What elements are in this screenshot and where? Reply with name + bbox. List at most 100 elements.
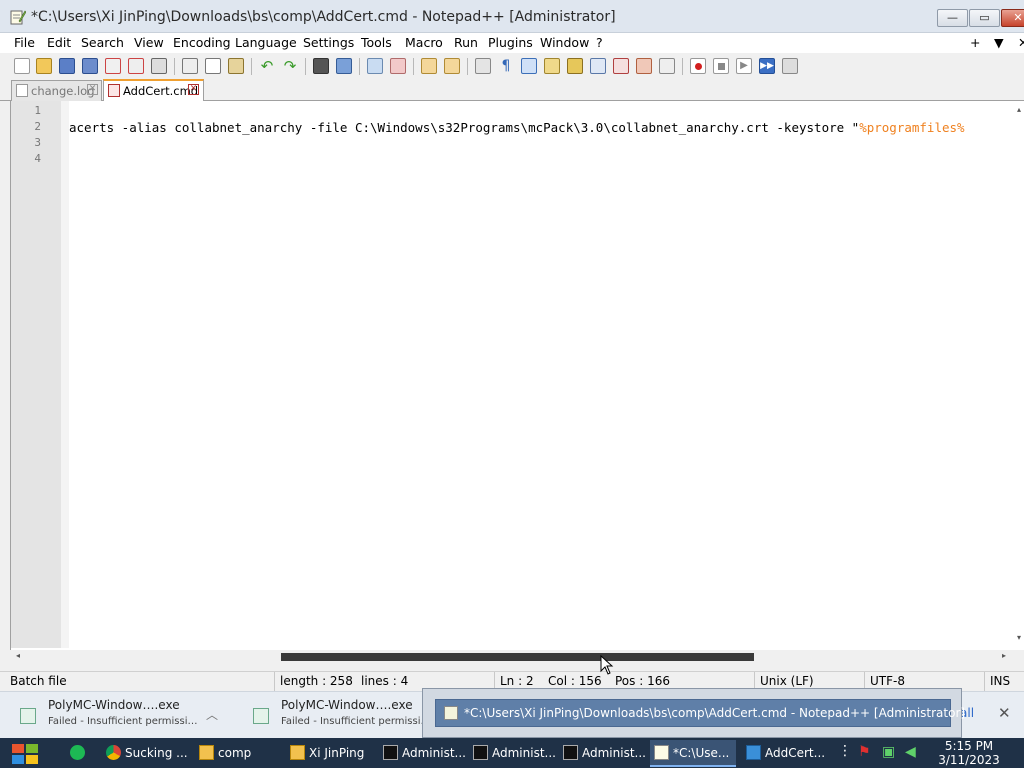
new-file-icon[interactable] xyxy=(14,58,30,74)
code-line-2: acerts -alias collabnet_anarchy -file C:… xyxy=(69,120,965,135)
cmd-icon xyxy=(563,745,578,760)
menu-edit[interactable]: Edit xyxy=(47,33,71,53)
taskbar-label: AddCert... xyxy=(765,746,826,760)
udl-icon[interactable] xyxy=(544,58,560,74)
status-mode[interactable]: INS xyxy=(990,674,1010,691)
play-macro-icon[interactable]: ▶ xyxy=(736,58,752,74)
scroll-up-icon[interactable]: ▴ xyxy=(1017,105,1021,114)
close-doc-button[interactable]: ✕ xyxy=(1018,33,1024,53)
taskbar-cmd-2[interactable]: Administ... xyxy=(469,740,555,767)
function-list-icon[interactable] xyxy=(590,58,606,74)
taskbar-cmd-3[interactable]: Administ... xyxy=(559,740,645,767)
menu-search[interactable]: Search xyxy=(81,33,124,53)
close-file-icon[interactable] xyxy=(105,58,121,74)
sync-horizontal-icon[interactable] xyxy=(444,58,460,74)
taskbar-clock[interactable]: 5:15 PM 3/11/2023 xyxy=(930,739,1008,767)
doc-map-icon[interactable] xyxy=(567,58,583,74)
taskbar-spotify[interactable] xyxy=(66,740,96,767)
menu-settings[interactable]: Settings xyxy=(303,33,354,53)
tab-change-log[interactable]: change.log ✕ xyxy=(11,80,102,101)
tab-list-button[interactable]: ▼ xyxy=(994,33,1004,53)
horizontal-scrollbar[interactable]: ◂ ▸ xyxy=(10,650,1024,664)
show-all-chars-icon[interactable]: ¶ xyxy=(498,58,514,74)
indent-guide-icon[interactable] xyxy=(521,58,537,74)
folder-workspace-icon[interactable] xyxy=(613,58,629,74)
menu-macro[interactable]: Macro xyxy=(405,33,443,53)
status-divider xyxy=(984,672,985,692)
undo-icon[interactable]: ↶ xyxy=(259,58,275,74)
taskbar-notepadpp[interactable]: *C:\Use... xyxy=(650,740,736,767)
menu-file[interactable]: File xyxy=(14,33,35,53)
user-folder-icon xyxy=(290,745,305,760)
tab-close-icon[interactable]: ✕ xyxy=(87,84,98,95)
sync-vertical-icon[interactable] xyxy=(421,58,437,74)
download-item[interactable]: PolyMC-Window….exe Failed - Insufficient… xyxy=(253,696,431,736)
monitoring-icon[interactable] xyxy=(636,58,652,74)
open-file-icon[interactable] xyxy=(36,58,52,74)
close-button[interactable]: ✕ xyxy=(1001,9,1024,27)
mouse-cursor-icon xyxy=(600,655,614,675)
taskbar: Sucking ... comp Xi JinPing Administ... … xyxy=(0,738,1024,768)
scroll-right-icon[interactable]: ▸ xyxy=(1002,651,1006,660)
taskbar-label: *C:\Use... xyxy=(673,746,730,760)
zoom-out-icon[interactable] xyxy=(390,58,406,74)
save-all-icon[interactable] xyxy=(82,58,98,74)
thumbnail-title: *C:\Users\Xi JinPing\Downloads\bs\comp\A… xyxy=(464,706,966,720)
menu-view[interactable]: View xyxy=(134,33,164,53)
menu-language[interactable]: Language xyxy=(235,33,297,53)
title-bar[interactable]: *C:\Users\Xi JinPing\Downloads\bs\comp\A… xyxy=(0,0,1024,33)
menu-run[interactable]: Run xyxy=(454,33,478,53)
volume-icon[interactable]: ◀ xyxy=(905,744,916,760)
minimize-button[interactable]: — xyxy=(937,9,968,27)
new-tab-button[interactable]: + xyxy=(970,33,980,53)
menu-tools[interactable]: Tools xyxy=(361,33,392,53)
cut-icon[interactable] xyxy=(182,58,198,74)
more-icon[interactable]: ⋮ xyxy=(838,743,852,759)
find-icon[interactable] xyxy=(313,58,329,74)
taskbar-folder-user[interactable]: Xi JinPing xyxy=(286,740,374,767)
line-number: 1 xyxy=(34,104,41,117)
taskbar-folder-comp[interactable]: comp xyxy=(195,740,281,767)
editor-area[interactable]: 1 2 3 4 acerts -alias collabnet_anarchy … xyxy=(10,101,1024,650)
tab-close-icon[interactable]: ✕ xyxy=(188,84,199,95)
thumbnail-title-row[interactable]: *C:\Users\Xi JinPing\Downloads\bs\comp\A… xyxy=(435,699,965,727)
flag-icon[interactable]: ⚑ xyxy=(858,744,871,760)
save-macro-icon[interactable] xyxy=(782,58,798,74)
tab-addcert-cmd[interactable]: AddCert.cmd ✕ xyxy=(103,79,204,101)
chevron-up-icon[interactable]: ︿ xyxy=(206,706,218,723)
taskbar-cmd-1[interactable]: Administ... xyxy=(379,740,465,767)
fold-margin xyxy=(61,101,69,648)
menu-encoding[interactable]: Encoding xyxy=(173,33,231,53)
text-content[interactable]: acerts -alias collabnet_anarchy -file C:… xyxy=(69,101,1016,648)
menu-plugins[interactable]: Plugins xyxy=(488,33,533,53)
close-icon: ✕ xyxy=(1013,11,1023,24)
menu-window[interactable]: Window xyxy=(540,33,589,53)
print-icon[interactable] xyxy=(151,58,167,74)
scroll-down-icon[interactable]: ▾ xyxy=(1017,633,1021,642)
record-macro-icon[interactable] xyxy=(690,58,706,74)
run-macro-multiple-icon[interactable]: ▶▶ xyxy=(759,58,775,74)
taskbar-thumbnail-tooltip[interactable]: *C:\Users\Xi JinPing\Downloads\bs\comp\A… xyxy=(422,688,965,738)
paste-icon[interactable] xyxy=(228,58,244,74)
scroll-left-icon[interactable]: ◂ xyxy=(16,651,20,660)
save-icon[interactable] xyxy=(59,58,75,74)
taskbar-chrome[interactable]: Sucking ... xyxy=(102,740,190,767)
maximize-button[interactable]: ▭ xyxy=(969,9,1000,27)
stop-macro-icon[interactable] xyxy=(713,58,729,74)
network-icon[interactable]: ▣ xyxy=(882,744,895,760)
menu-help[interactable]: ? xyxy=(596,33,603,53)
windows-start-icon[interactable] xyxy=(8,740,43,768)
code-string: %programfiles% xyxy=(859,120,965,135)
eye-icon[interactable] xyxy=(659,58,675,74)
zoom-in-icon[interactable] xyxy=(367,58,383,74)
scrollbar-thumb[interactable] xyxy=(281,653,754,661)
taskbar-addcert[interactable]: AddCert... xyxy=(742,740,826,767)
close-icon[interactable]: ✕ xyxy=(998,704,1011,722)
download-item[interactable]: PolyMC-Window….exe Failed - Insufficient… xyxy=(20,696,230,736)
copy-icon[interactable] xyxy=(205,58,221,74)
replace-icon[interactable] xyxy=(336,58,352,74)
redo-icon[interactable]: ↷ xyxy=(282,58,298,74)
close-all-icon[interactable] xyxy=(128,58,144,74)
line-number: 4 xyxy=(34,152,41,165)
word-wrap-icon[interactable] xyxy=(475,58,491,74)
